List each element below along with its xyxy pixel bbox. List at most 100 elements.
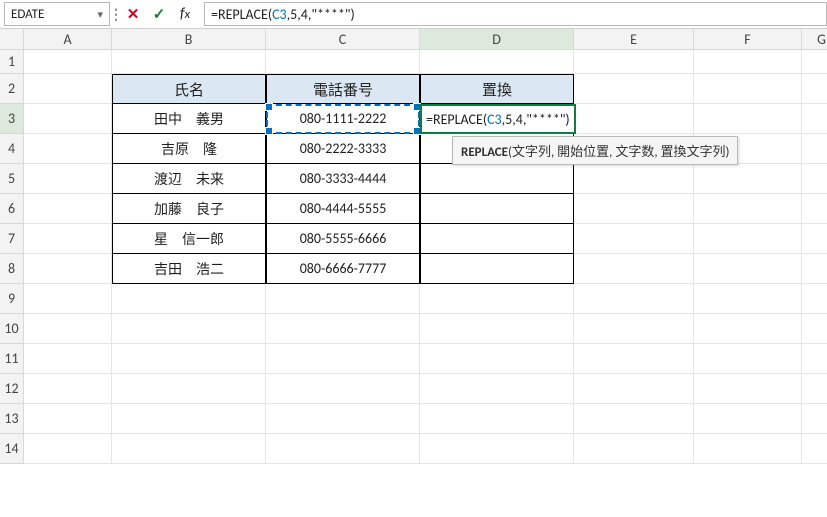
cell-C9[interactable] [266,284,420,314]
select-all-corner[interactable] [0,29,24,50]
cell-F6[interactable] [694,194,802,224]
replace-cell-r7[interactable] [420,224,574,254]
cell-G11[interactable] [802,344,827,374]
row-header-14[interactable]: 14 [0,434,24,464]
cancel-button[interactable]: ✕ [122,3,144,25]
column-header-F[interactable]: F [694,29,802,50]
spreadsheet-grid[interactable]: ABCDEFG1234567891011121314氏名電話番号置換田中 義男0… [0,29,827,517]
cell-A9[interactable] [24,284,112,314]
cell-B12[interactable] [112,374,266,404]
cell-F12[interactable] [694,374,802,404]
cell-A13[interactable] [24,404,112,434]
cell-F2[interactable] [694,74,802,104]
cell-D11[interactable] [420,344,574,374]
cell-C11[interactable] [266,344,420,374]
cell-F9[interactable] [694,284,802,314]
cell-B11[interactable] [112,344,266,374]
cell-G8[interactable] [802,254,827,284]
cell-A11[interactable] [24,344,112,374]
cell-A4[interactable] [24,134,112,164]
row-header-5[interactable]: 5 [0,164,24,194]
cell-A3[interactable] [24,104,112,134]
cell-A12[interactable] [24,374,112,404]
column-header-B[interactable]: B [112,29,266,50]
cell-E3[interactable] [574,104,694,134]
cell-G12[interactable] [802,374,827,404]
cell-D9[interactable] [420,284,574,314]
cell-E14[interactable] [574,434,694,464]
row-header-2[interactable]: 2 [0,74,24,104]
cell-C13[interactable] [266,404,420,434]
cell-F11[interactable] [694,344,802,374]
cell-G5[interactable] [802,164,827,194]
cell-B1[interactable] [112,50,266,74]
row-header-12[interactable]: 12 [0,374,24,404]
cell-G9[interactable] [802,284,827,314]
row-header-3[interactable]: 3 [0,104,24,134]
cell-A8[interactable] [24,254,112,284]
formula-input[interactable]: =REPLACE(C3,5,4,"****") [204,2,827,26]
cell-E12[interactable] [574,374,694,404]
cell-G7[interactable] [802,224,827,254]
cell-G4[interactable] [802,134,827,164]
cell-E8[interactable] [574,254,694,284]
cell-G1[interactable] [802,50,827,74]
cell-F1[interactable] [694,50,802,74]
cell-A6[interactable] [24,194,112,224]
cell-B9[interactable] [112,284,266,314]
accept-button[interactable]: ✓ [148,3,170,25]
cell-F3[interactable] [694,104,802,134]
cell-B13[interactable] [112,404,266,434]
row-header-9[interactable]: 9 [0,284,24,314]
cell-F8[interactable] [694,254,802,284]
row-header-10[interactable]: 10 [0,314,24,344]
cell-A5[interactable] [24,164,112,194]
cell-F10[interactable] [694,314,802,344]
cell-E5[interactable] [574,164,694,194]
replace-cell-r6[interactable] [420,194,574,224]
cell-C1[interactable] [266,50,420,74]
cell-B10[interactable] [112,314,266,344]
cell-E10[interactable] [574,314,694,344]
cell-D10[interactable] [420,314,574,344]
column-header-A[interactable]: A [24,29,112,50]
cell-F7[interactable] [694,224,802,254]
cell-F14[interactable] [694,434,802,464]
cell-A10[interactable] [24,314,112,344]
cell-E7[interactable] [574,224,694,254]
cell-G10[interactable] [802,314,827,344]
cell-C10[interactable] [266,314,420,344]
cell-D14[interactable] [420,434,574,464]
name-box[interactable]: EDATE ▾ [4,2,110,26]
cell-D13[interactable] [420,404,574,434]
cell-A14[interactable] [24,434,112,464]
cell-F13[interactable] [694,404,802,434]
cell-A7[interactable] [24,224,112,254]
cell-E9[interactable] [574,284,694,314]
row-header-6[interactable]: 6 [0,194,24,224]
cell-G14[interactable] [802,434,827,464]
editing-cell-D3[interactable]: =REPLACE(C3,5,4,"****") [420,104,576,134]
row-header-4[interactable]: 4 [0,134,24,164]
cell-D12[interactable] [420,374,574,404]
column-header-E[interactable]: E [574,29,694,50]
cell-E6[interactable] [574,194,694,224]
row-header-13[interactable]: 13 [0,404,24,434]
cell-D1[interactable] [420,50,574,74]
cell-G2[interactable] [802,74,827,104]
cell-E13[interactable] [574,404,694,434]
row-header-7[interactable]: 7 [0,224,24,254]
cell-A2[interactable] [24,74,112,104]
replace-cell-r8[interactable] [420,254,574,284]
cell-C14[interactable] [266,434,420,464]
cell-C12[interactable] [266,374,420,404]
cell-G3[interactable] [802,104,827,134]
cell-A1[interactable] [24,50,112,74]
column-header-G[interactable]: G [802,29,827,50]
cell-E11[interactable] [574,344,694,374]
cell-F5[interactable] [694,164,802,194]
cell-B14[interactable] [112,434,266,464]
cell-E2[interactable] [574,74,694,104]
cell-E1[interactable] [574,50,694,74]
insert-function-button[interactable]: fx [174,3,196,25]
